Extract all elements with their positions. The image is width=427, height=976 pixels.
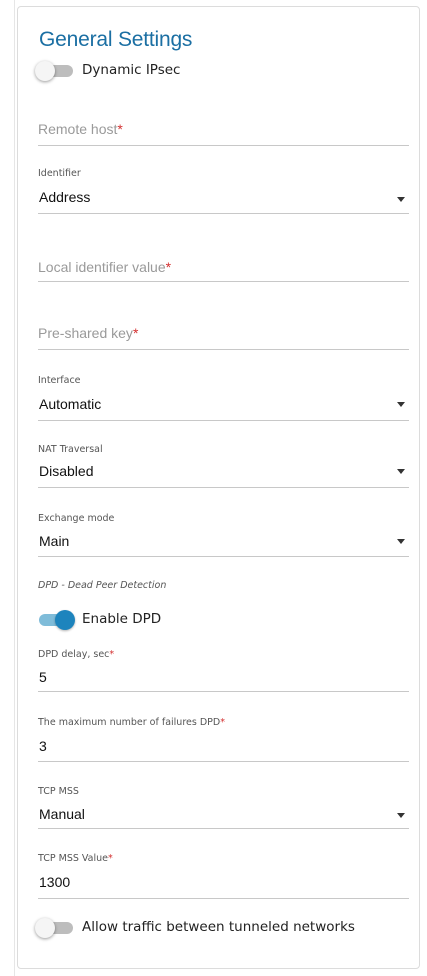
exchange-mode-value: Main xyxy=(39,533,70,549)
interface-value: Automatic xyxy=(39,396,102,412)
section-title: General Settings xyxy=(39,28,193,51)
exchange-mode-label: Exchange mode xyxy=(38,513,115,524)
local-identifier-placeholder: Local identifier value* xyxy=(38,259,172,275)
dpd-delay-label: DPD delay, sec* xyxy=(38,649,115,660)
toggle-knob xyxy=(55,610,75,630)
identifier-label: Identifier xyxy=(38,168,81,179)
field-underline xyxy=(38,145,409,146)
remote-host-field[interactable]: Remote host* xyxy=(38,118,409,148)
tcp-mss-value-label: TCP MSS Value* xyxy=(38,853,113,864)
field-underline xyxy=(38,420,409,421)
field-underline xyxy=(38,281,409,282)
local-identifier-field[interactable]: Local identifier value* xyxy=(38,256,409,286)
chevron-down-icon xyxy=(397,402,405,407)
allow-traffic-toggle[interactable] xyxy=(35,917,75,938)
identifier-value: Address xyxy=(39,189,91,205)
pre-shared-key-placeholder: Pre-shared key* xyxy=(38,325,139,341)
toggle-knob xyxy=(35,918,55,938)
chevron-down-icon xyxy=(397,539,405,544)
field-underline xyxy=(38,691,409,692)
field-underline xyxy=(38,828,409,829)
dpd-max-failures-label: The maximum number of failures DPD* xyxy=(38,717,225,728)
nat-traversal-label: NAT Traversal xyxy=(38,444,103,455)
chevron-down-icon xyxy=(397,197,405,202)
interface-label: Interface xyxy=(38,375,81,386)
interface-select[interactable]: Interface Automatic xyxy=(38,375,409,423)
dynamic-ipsec-label: Dynamic IPsec xyxy=(82,62,181,78)
nat-traversal-select[interactable]: NAT Traversal Disabled xyxy=(38,444,409,490)
dpd-section-label: DPD - Dead Peer Detection xyxy=(38,580,167,591)
enable-dpd-label: Enable DPD xyxy=(82,611,162,627)
field-underline xyxy=(38,761,409,762)
tcp-mss-select[interactable]: TCP MSS Manual xyxy=(38,786,409,830)
tcp-mss-value-field[interactable]: TCP MSS Value* 1300 xyxy=(38,853,409,899)
field-underline xyxy=(38,213,409,214)
exchange-mode-select[interactable]: Exchange mode Main xyxy=(38,513,409,559)
remote-host-placeholder: Remote host* xyxy=(38,121,123,137)
allow-traffic-label: Allow traffic between tunneled networks xyxy=(82,919,355,935)
tcp-mss-value-input: 1300 xyxy=(39,874,71,890)
chevron-down-icon xyxy=(397,813,405,818)
chevron-down-icon xyxy=(397,469,405,474)
dpd-max-failures-value: 3 xyxy=(39,738,47,754)
field-underline xyxy=(38,898,409,899)
tcp-mss-value: Manual xyxy=(39,806,85,822)
field-underline xyxy=(38,349,409,350)
pre-shared-key-field[interactable]: Pre-shared key* xyxy=(38,322,409,352)
dynamic-ipsec-toggle[interactable] xyxy=(35,60,75,81)
dpd-max-failures-field[interactable]: The maximum number of failures DPD* 3 xyxy=(38,717,409,763)
dpd-delay-value: 5 xyxy=(39,669,47,685)
page-border-line xyxy=(14,0,15,976)
toggle-knob xyxy=(35,61,55,81)
tcp-mss-label: TCP MSS xyxy=(38,786,79,797)
identifier-select[interactable]: Identifier Address xyxy=(38,168,409,216)
nat-traversal-value: Disabled xyxy=(39,463,94,479)
field-underline xyxy=(38,487,409,488)
enable-dpd-toggle[interactable] xyxy=(35,609,75,630)
field-underline xyxy=(38,556,409,557)
dpd-delay-field[interactable]: DPD delay, sec* 5 xyxy=(38,649,409,693)
